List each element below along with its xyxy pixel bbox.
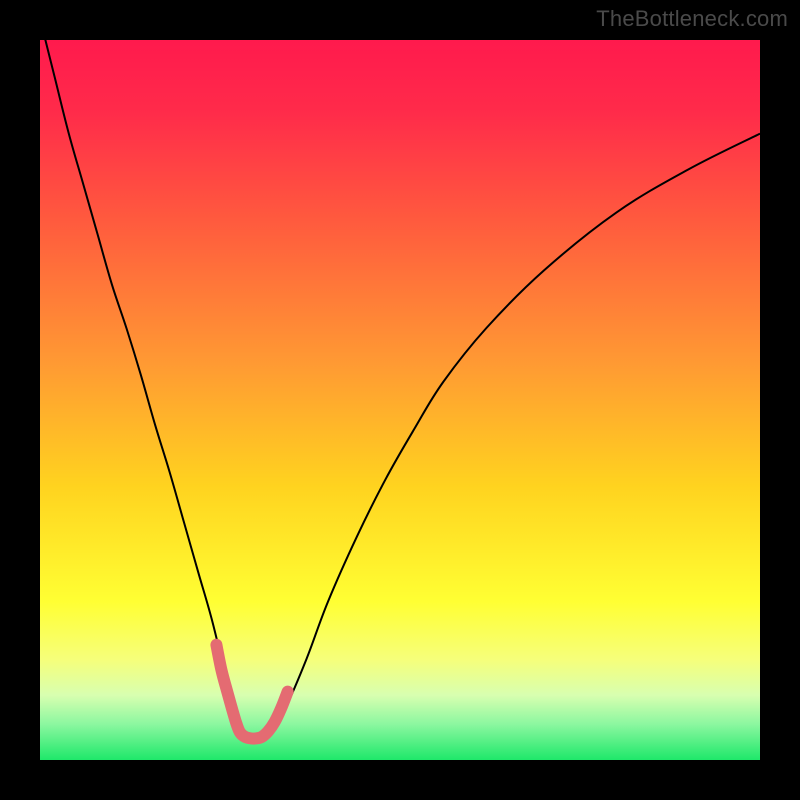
chart-canvas (40, 40, 760, 760)
highlighted-minimum (216, 645, 287, 739)
bottleneck-curve (40, 40, 760, 739)
plot-area (40, 40, 760, 760)
watermark-text: TheBottleneck.com (596, 6, 788, 32)
chart-frame: TheBottleneck.com (0, 0, 800, 800)
